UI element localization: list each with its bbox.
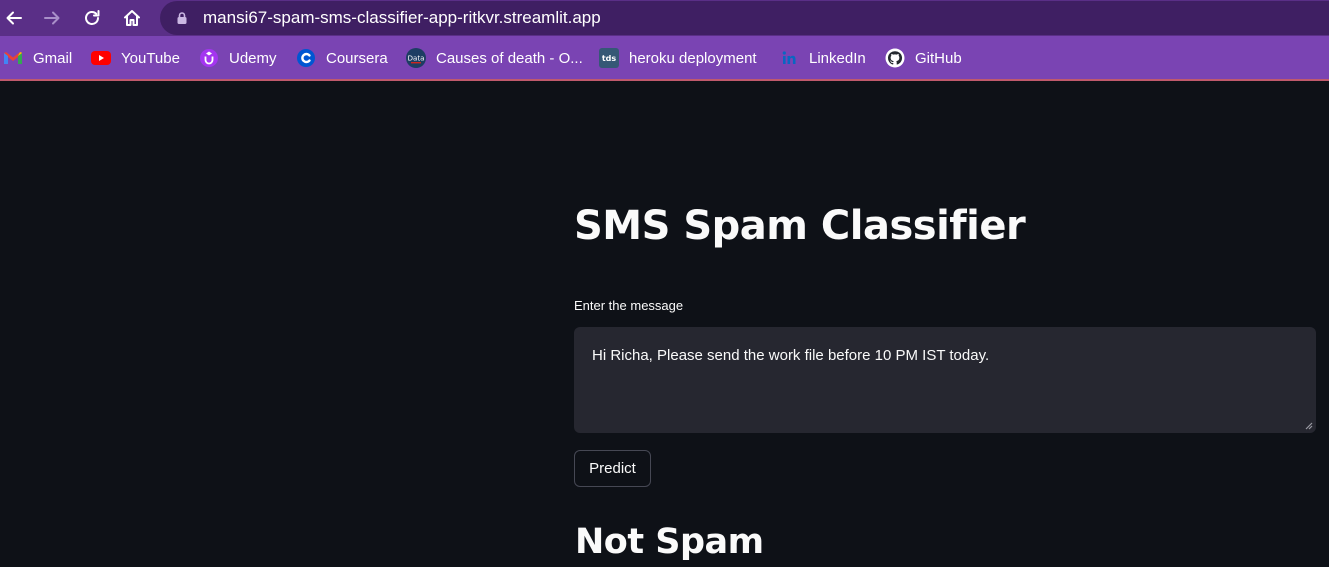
ourworldindata-icon: Data	[406, 48, 426, 68]
coursera-icon	[296, 48, 316, 68]
message-text[interactable]: Hi Richa, Please send the work file befo…	[592, 347, 989, 364]
message-input-label: Enter the message	[574, 298, 684, 313]
bookmark-coursera[interactable]: Coursera	[296, 48, 388, 68]
bookmark-heroku-deployment[interactable]: tds heroku deployment	[599, 48, 757, 68]
bookmark-github[interactable]: GitHub	[885, 48, 962, 68]
page-title: SMS Spam Classifier	[574, 203, 1026, 249]
bookmark-label: Udemy	[229, 49, 277, 67]
bookmark-label: Coursera	[326, 49, 388, 67]
home-icon	[124, 10, 140, 26]
forward-arrow-icon	[44, 11, 60, 25]
github-icon	[885, 48, 905, 68]
browser-toolbar: mansi67-spam-sms-classifier-app-ritkvr.s…	[0, 0, 1329, 36]
bookmark-label: GitHub	[915, 49, 962, 67]
bookmark-label: LinkedIn	[809, 49, 866, 67]
bookmark-label: Causes of death - O...	[436, 49, 583, 67]
url-text[interactable]: mansi67-spam-sms-classifier-app-ritkvr.s…	[203, 8, 601, 28]
reload-icon	[85, 10, 100, 25]
prediction-result: Not Spam	[575, 522, 764, 562]
bookmark-udemy[interactable]: Udemy	[199, 48, 277, 68]
bookmark-causes-of-death[interactable]: Data Causes of death - O...	[406, 48, 583, 68]
svg-text:tds: tds	[602, 54, 617, 63]
tds-icon: tds	[599, 48, 619, 68]
udemy-icon	[199, 48, 219, 68]
bookmarks-bar: Gmail YouTube Udemy Coursera Data Causes…	[0, 36, 1329, 81]
bookmark-gmail[interactable]: Gmail	[3, 48, 72, 68]
bookmark-label: YouTube	[121, 49, 180, 67]
home-button[interactable]	[118, 4, 146, 32]
bookmark-label: Gmail	[33, 49, 73, 67]
linkedin-icon	[779, 48, 799, 68]
bookmark-linkedin[interactable]: LinkedIn	[779, 48, 866, 68]
gmail-icon	[3, 48, 23, 68]
back-arrow-icon	[6, 11, 22, 25]
youtube-icon	[91, 48, 111, 68]
message-textarea[interactable]: Hi Richa, Please send the work file befo…	[574, 327, 1316, 433]
bookmark-youtube[interactable]: YouTube	[91, 48, 180, 68]
svg-text:Data: Data	[408, 55, 425, 63]
forward-button[interactable]	[38, 4, 66, 32]
predict-button[interactable]: Predict	[574, 450, 651, 487]
lock-icon	[177, 12, 187, 24]
bookmark-label: heroku deployment	[629, 49, 757, 67]
reload-button[interactable]	[78, 4, 106, 32]
back-button[interactable]	[0, 4, 28, 32]
resize-handle-icon[interactable]	[1303, 420, 1313, 430]
address-bar[interactable]: mansi67-spam-sms-classifier-app-ritkvr.s…	[160, 1, 1329, 35]
